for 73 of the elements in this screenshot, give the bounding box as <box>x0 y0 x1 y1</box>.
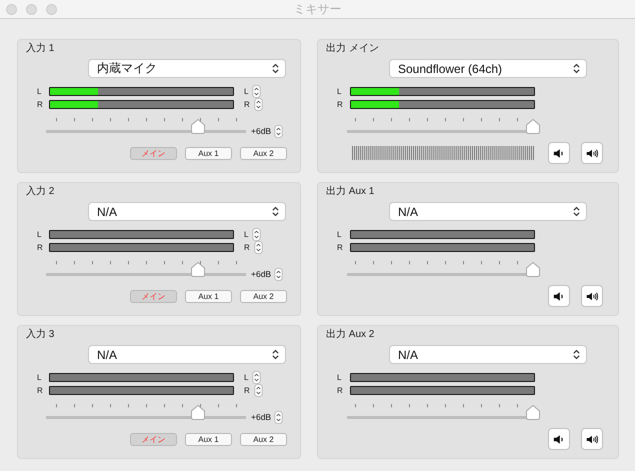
chevron-icon <box>272 349 279 360</box>
stepper[interactable] <box>274 268 284 280</box>
chevron-icon <box>573 349 580 360</box>
gain-value: +6dB <box>251 412 272 422</box>
channel-label: R <box>243 100 250 109</box>
speaker-icon <box>553 434 565 444</box>
gain-value: +6dB <box>251 269 272 279</box>
slider-thumb[interactable] <box>526 262 540 276</box>
volume-up-button[interactable] <box>581 428 603 450</box>
panel-title: 出力 Aux 1 <box>326 186 374 198</box>
panel-title: 出力 メイン <box>326 43 379 55</box>
stepper[interactable] <box>252 85 262 98</box>
channel-label: R <box>243 243 250 252</box>
chevron-icon <box>573 206 580 217</box>
chevron-icon <box>272 206 279 217</box>
channel-label: R <box>336 386 344 395</box>
stepper[interactable] <box>252 371 262 384</box>
panel-title: 入力 3 <box>26 329 54 341</box>
channel-label: R <box>336 243 344 252</box>
route-button[interactable]: Aux 1 <box>185 290 232 303</box>
speaker-icon <box>586 434 598 444</box>
channel-label: L <box>36 87 42 96</box>
stepper[interactable] <box>254 384 263 397</box>
panel-title: 入力 1 <box>26 43 54 55</box>
route-button[interactable]: Aux 2 <box>240 290 287 303</box>
route-button[interactable]: Aux 1 <box>185 147 232 160</box>
channel-label: R <box>243 386 250 395</box>
channel-label: L <box>243 87 248 96</box>
device-select[interactable]: N/A <box>88 202 286 221</box>
channel-label: L <box>336 87 342 96</box>
channel-label: L <box>36 230 42 239</box>
device-select[interactable]: N/A <box>389 345 587 364</box>
window-title: ミキサー <box>294 0 342 18</box>
panel-title: 出力 Aux 2 <box>326 329 374 341</box>
device-select[interactable]: Soundflower (64ch) <box>389 59 587 78</box>
volume-down-button[interactable] <box>548 142 570 164</box>
slider-thumb[interactable] <box>191 262 206 276</box>
device-select[interactable]: 内蔵マイク <box>88 59 286 78</box>
channel-label: R <box>36 100 44 109</box>
gain-value: +6dB <box>251 126 272 136</box>
slider-thumb[interactable] <box>191 118 206 134</box>
channel-label: R <box>36 243 44 252</box>
volume-up-button[interactable] <box>581 142 603 164</box>
stepper[interactable] <box>274 124 284 138</box>
stepper[interactable] <box>274 410 284 424</box>
slider-thumb[interactable] <box>191 404 206 420</box>
speaker-icon <box>553 290 565 302</box>
channel-label: L <box>336 373 342 382</box>
speaker-icon <box>586 148 598 158</box>
channel-label: L <box>36 373 42 382</box>
device-select[interactable]: N/A <box>389 202 587 221</box>
route-button[interactable]: Aux 2 <box>240 147 287 160</box>
channel-label: R <box>36 386 44 395</box>
slider-thumb[interactable] <box>526 118 540 134</box>
channel-label: L <box>243 230 248 239</box>
slider-thumb[interactable] <box>526 404 540 420</box>
route-button[interactable]: Aux 2 <box>240 433 287 446</box>
volume-down-button[interactable] <box>548 285 570 307</box>
speaker-icon <box>586 290 598 302</box>
route-button[interactable]: Aux 1 <box>185 433 232 446</box>
stepper[interactable] <box>254 98 263 111</box>
panel-title: 入力 2 <box>26 186 54 198</box>
stepper[interactable] <box>254 241 263 254</box>
channel-label: L <box>336 230 342 239</box>
chevron-icon <box>272 63 279 74</box>
channel-label: L <box>243 373 248 382</box>
stepper[interactable] <box>252 228 262 241</box>
volume-down-button[interactable] <box>548 428 570 450</box>
device-select[interactable]: N/A <box>88 345 286 364</box>
chevron-icon <box>573 63 580 74</box>
volume-up-button[interactable] <box>581 285 603 307</box>
speaker-icon <box>553 148 565 158</box>
channel-label: R <box>336 100 344 109</box>
